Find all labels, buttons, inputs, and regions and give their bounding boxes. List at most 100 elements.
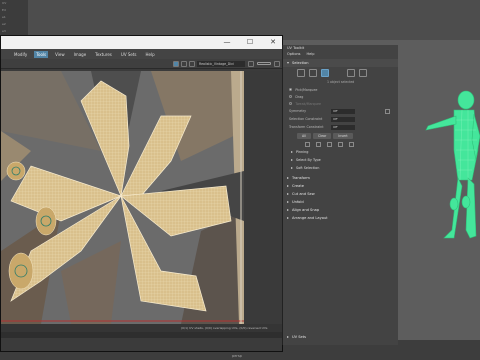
uv-canvas[interactable] (1, 71, 244, 324)
selection-info: 1 object selected (327, 80, 355, 84)
image-toggle-icon[interactable] (181, 61, 187, 67)
section-label: Arrange and Layout (292, 216, 328, 220)
section-selection[interactable]: Selection (283, 59, 398, 67)
select-shell-icon[interactable] (338, 142, 343, 147)
section-label: Cut and Sew (292, 192, 315, 196)
outliner-row[interactable]: Ed (0, 7, 28, 14)
face-mode-icon[interactable] (321, 69, 329, 77)
radio-off-icon (289, 101, 293, 106)
menu-uv-sets[interactable]: UV Sets (119, 51, 139, 58)
section-label: Pinning (296, 150, 309, 154)
symmetry-dropdown[interactable]: Off (331, 108, 355, 114)
section-label: Unfold (292, 200, 304, 204)
radio-label: Pick/Marquee (295, 87, 318, 92)
collapse-arrow-icon (291, 151, 293, 153)
section-cut-and-sew[interactable]: Cut and Sew (283, 190, 398, 198)
section-align-and-snap[interactable]: Align and Snap (283, 206, 398, 214)
clear-button[interactable]: Clear (312, 133, 332, 139)
section-label: Create (292, 184, 304, 188)
section-unfold[interactable]: Unfold (283, 198, 398, 206)
grid-icon[interactable] (385, 108, 390, 114)
uv-status-bar: (0/1) UV shells, (0/0) overlapping UVs, … (1, 324, 282, 332)
window-titlebar[interactable]: — ☐ ✕ (1, 36, 282, 49)
selection-buttons: All Clear Invert (283, 131, 398, 141)
exposure-slider[interactable] (257, 62, 271, 65)
uv-mode-icon[interactable] (347, 69, 355, 77)
subsection-pinning[interactable]: Pinning (283, 148, 398, 156)
transform-constraint-dropdown[interactable]: Off (331, 124, 355, 130)
menu-item[interactable] (3, 53, 7, 55)
uv-editor-menubar: Modify Tools View Image Textures UV Sets… (1, 49, 282, 59)
radio-off-icon (289, 94, 293, 99)
selection-constraint-dropdown[interactable]: Off (331, 116, 355, 122)
symmetry-label: Symmetry (289, 109, 307, 113)
section-transform[interactable]: Transform (283, 174, 398, 182)
menu-tools[interactable]: Tools (34, 50, 49, 58)
character-model[interactable] (424, 90, 480, 240)
minimize-icon[interactable]: — (222, 38, 232, 46)
close-icon[interactable]: ✕ (268, 38, 278, 46)
uv-editor-side-panel (244, 71, 282, 324)
collapse-arrow-icon (287, 201, 289, 203)
outliner-row[interactable]: e2 (0, 21, 28, 28)
shrink-selection-icon[interactable] (316, 142, 321, 147)
menu-help[interactable]: Help (307, 52, 315, 59)
grow-selection-icon[interactable] (305, 142, 310, 147)
texture-dropdown[interactable]: Realistic_Vintage_Divi (197, 61, 245, 67)
tweak-marquee-radio[interactable]: Tweak/Marquee (283, 100, 398, 107)
outliner-row[interactable]: UV (0, 0, 28, 7)
shell-mode-icon[interactable] (359, 69, 367, 77)
outliner-row[interactable]: e1 (0, 14, 28, 21)
subsection-soft-selection[interactable]: Soft Selection (283, 164, 398, 172)
uv-editor-window[interactable]: — ☐ ✕ Modify Tools View Image Textures U… (0, 35, 283, 352)
radio-label: Drag (295, 94, 304, 99)
outliner-row[interactable]: e3 (0, 28, 28, 35)
section-label: UV Sets (292, 335, 307, 339)
collapse-arrow-icon (287, 209, 289, 211)
invert-button[interactable]: Invert (333, 133, 353, 139)
outliner-panel: UV Ed e1 e2 e3 e4 (0, 0, 28, 40)
subsection-select-by-type[interactable]: Select By Type (283, 156, 398, 164)
drag-radio[interactable]: Drag (283, 93, 398, 100)
selection-constraint-label: Selection Constraint (289, 117, 323, 121)
vertex-mode-icon[interactable] (297, 69, 305, 77)
select-border-icon[interactable] (327, 142, 332, 147)
symmetry-row: Symmetry Off (283, 107, 398, 115)
section-arrange-and-layout[interactable]: Arrange and Layout (283, 214, 398, 222)
maximize-icon[interactable]: ☐ (245, 38, 255, 46)
edge-mode-icon[interactable] (309, 69, 317, 77)
selection-constraint-row: Selection Constraint Off (283, 115, 398, 123)
select-all-button[interactable]: All (297, 133, 311, 139)
collapse-arrow-icon (287, 336, 289, 338)
section-label: Align and Snap (292, 208, 320, 212)
viewport-camera-label: persp (232, 354, 242, 358)
section-label: Selection (292, 61, 309, 65)
section-uv-sets[interactable]: UV Sets (283, 333, 306, 341)
uv-toolkit-panel: UV Toolkit Options Help Selection 1 obje… (282, 45, 398, 345)
radio-label: Tweak/Marquee (295, 101, 322, 106)
uv-toolkit-title: UV Toolkit (287, 46, 305, 50)
collapse-arrow-icon (291, 159, 293, 161)
checker-icon[interactable] (189, 61, 195, 67)
select-loop-icon[interactable] (349, 142, 354, 147)
menu-textures[interactable]: Textures (93, 51, 114, 58)
section-label: Select By Type (296, 158, 321, 162)
selection-mode-icons (283, 67, 398, 79)
menu-view[interactable]: View (53, 51, 67, 58)
collapse-arrow-icon (287, 193, 289, 195)
menu-options[interactable]: Options (287, 52, 301, 59)
uv-editor-toolbar: Realistic_Vintage_Divi (1, 59, 282, 69)
gamma-icon[interactable] (274, 61, 280, 67)
menu-image[interactable]: Image (72, 51, 89, 58)
expand-arrow-icon (287, 62, 289, 64)
transform-constraint-row: Transform Constraint Off (283, 123, 398, 131)
grid-toggle-icon[interactable] (173, 61, 179, 67)
section-label: Transform (292, 176, 310, 180)
menu-help[interactable]: Help (143, 51, 156, 58)
transform-constraint-label: Transform Constraint (289, 125, 324, 129)
menu-modify[interactable]: Modify (12, 51, 29, 58)
exposure-icon[interactable] (248, 61, 254, 67)
pick-marquee-radio[interactable]: Pick/Marquee (283, 86, 398, 93)
horizontal-scrollbar[interactable] (1, 332, 282, 338)
section-create[interactable]: Create (283, 182, 398, 190)
